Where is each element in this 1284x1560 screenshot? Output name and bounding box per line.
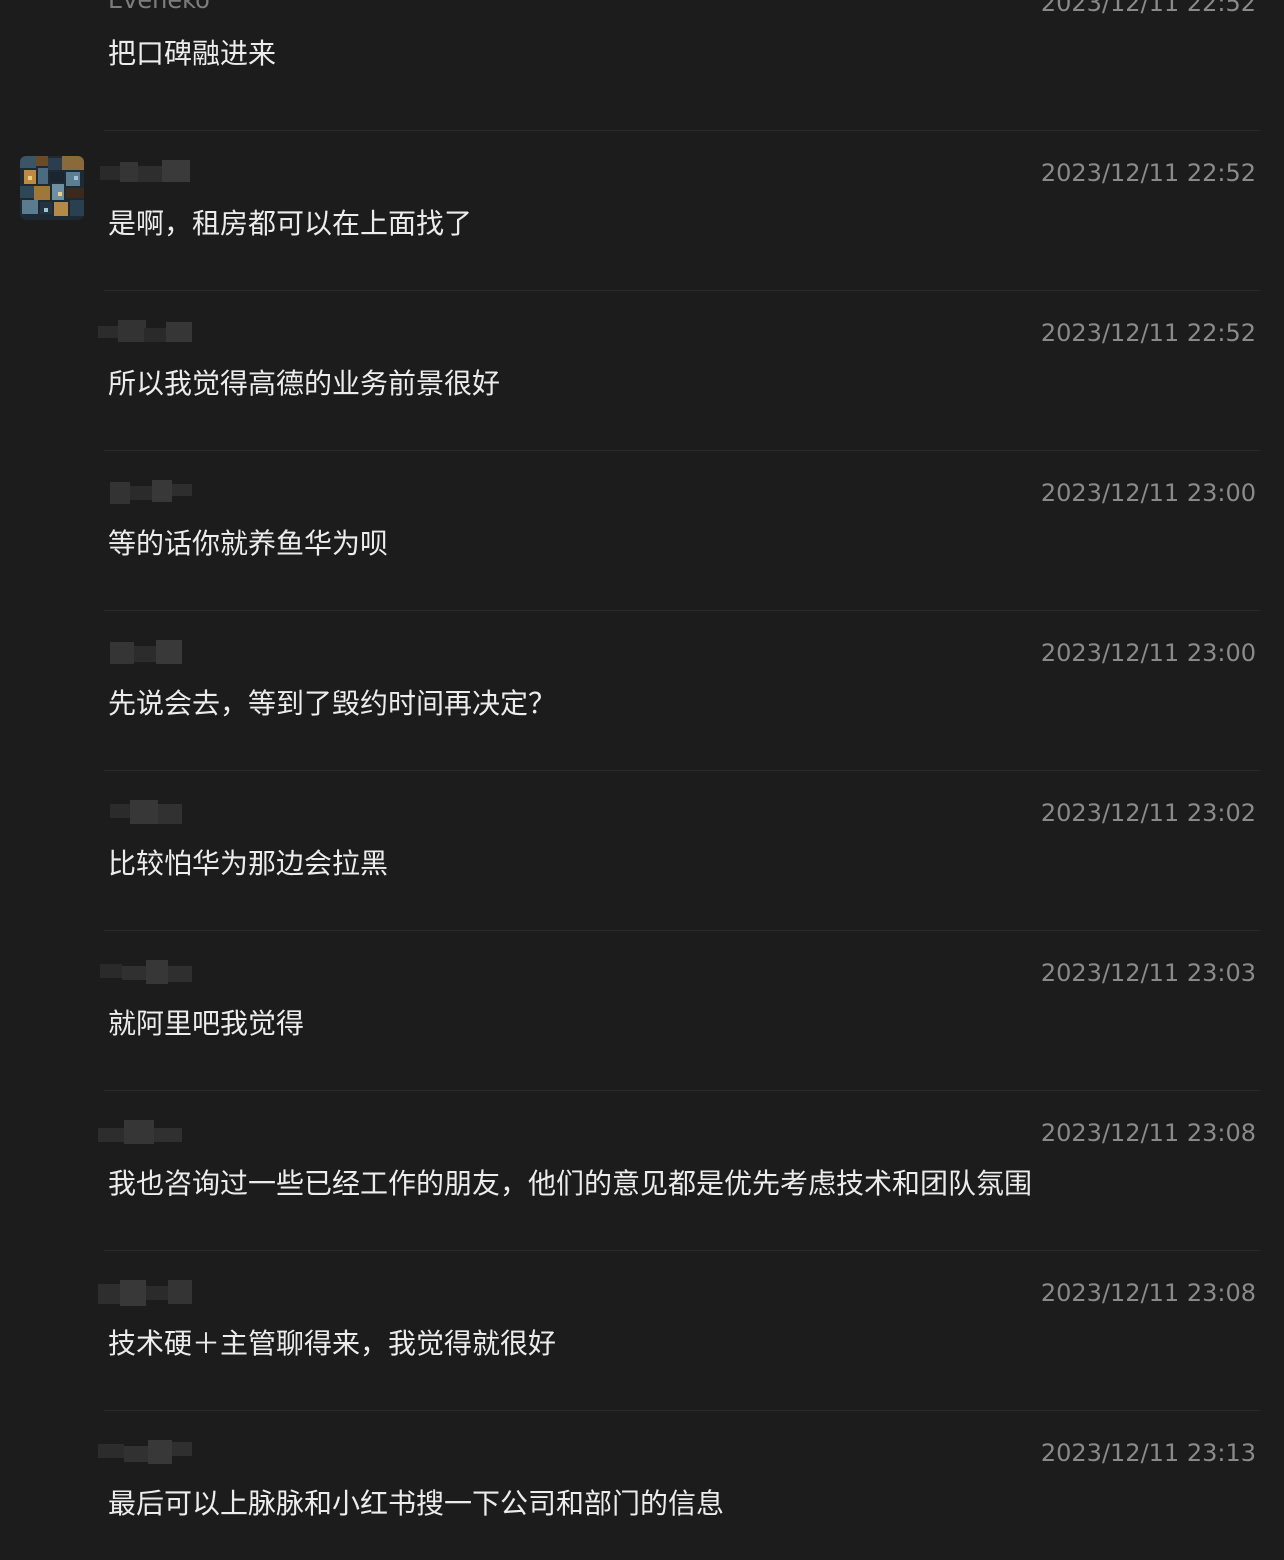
chat-message[interactable]: 2023/12/11 23:00 等的话你就养鱼华为呗 [0,440,1284,600]
message-timestamp: 2023/12/11 22:52 [1040,319,1256,347]
message-timestamp: 2023/12/11 22:52 [1040,0,1256,17]
message-divider [104,130,1260,131]
sender-name-redacted [98,1280,194,1306]
chat-message[interactable]: 2023/12/11 23:03 就阿里吧我觉得 [0,920,1284,1080]
message-text[interactable]: 我也咨询过一些已经工作的朋友，他们的意见都是优先考虑技术和团队氛围 [108,1166,1032,1202]
sender-name-redacted [98,480,194,504]
chat-message[interactable]: 2023/12/11 23:13 最后可以上脉脉和小红书搜一下公司和部门的信息 [0,1400,1284,1560]
sender-name[interactable]: Eveneko [108,0,210,14]
message-text[interactable]: 是啊，租房都可以在上面找了 [108,206,472,242]
sender-name-redacted [98,1120,194,1144]
chat-message[interactable]: 2023/12/11 22:52 所以我觉得高德的业务前景很好 [0,280,1284,440]
message-timestamp: 2023/12/11 22:52 [1040,159,1256,187]
sender-name-redacted [98,640,194,664]
chat-message-list[interactable]: Eveneko 2023/12/11 22:52 把口碑融进来 2023/12/… [0,0,1284,1554]
message-divider [104,1410,1260,1411]
sender-name-redacted [98,160,194,184]
message-text[interactable]: 把口碑融进来 [108,36,276,72]
chat-message[interactable]: Eveneko 2023/12/11 22:52 把口碑融进来 [0,0,1284,120]
message-timestamp: 2023/12/11 23:03 [1040,959,1256,987]
message-text[interactable]: 先说会去，等到了毁约时间再决定？ [108,686,556,722]
message-divider [104,930,1260,931]
chat-message[interactable]: 2023/12/11 23:08 技术硬＋主管聊得来，我觉得就很好 [0,1240,1284,1400]
message-timestamp: 2023/12/11 23:00 [1040,479,1256,507]
message-divider [104,610,1260,611]
message-timestamp: 2023/12/11 23:00 [1040,639,1256,667]
avatar[interactable] [20,156,84,220]
chat-message[interactable]: 2023/12/11 22:52 是啊，租房都可以在上面找了 [0,120,1284,280]
chat-message[interactable]: 2023/12/11 23:00 先说会去，等到了毁约时间再决定？ [0,600,1284,760]
message-text[interactable]: 就阿里吧我觉得 [108,1006,304,1042]
message-text[interactable]: 技术硬＋主管聊得来，我觉得就很好 [108,1326,556,1362]
message-timestamp: 2023/12/11 23:08 [1040,1279,1256,1307]
message-timestamp: 2023/12/11 23:02 [1040,799,1256,827]
chat-message[interactable]: 2023/12/11 23:02 比较怕华为那边会拉黑 [0,760,1284,920]
message-divider [104,450,1260,451]
message-text[interactable]: 等的话你就养鱼华为呗 [108,526,388,562]
pixel-art-avatar-icon [20,156,84,220]
sender-name-redacted [98,1440,194,1464]
sender-name-redacted [98,960,194,984]
message-timestamp: 2023/12/11 23:08 [1040,1119,1256,1147]
chat-message[interactable]: 2023/12/11 23:08 我也咨询过一些已经工作的朋友，他们的意见都是优… [0,1080,1284,1240]
sender-name-redacted [98,800,194,824]
message-timestamp: 2023/12/11 23:13 [1040,1439,1256,1467]
message-divider [104,770,1260,771]
message-text[interactable]: 所以我觉得高德的业务前景很好 [108,366,500,402]
sender-name-redacted [98,320,194,344]
message-text[interactable]: 最后可以上脉脉和小红书搜一下公司和部门的信息 [108,1486,724,1522]
message-divider [104,1250,1260,1251]
message-divider [104,290,1260,291]
message-text[interactable]: 比较怕华为那边会拉黑 [108,846,388,882]
message-divider [104,1090,1260,1091]
